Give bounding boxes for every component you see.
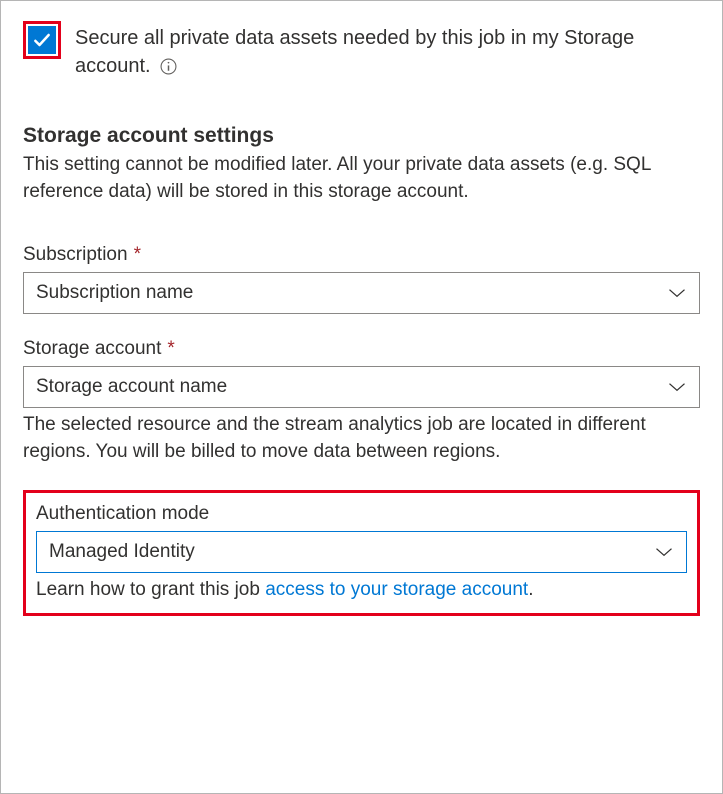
subscription-label: Subscription* bbox=[23, 244, 700, 266]
chevron-down-icon bbox=[667, 286, 687, 300]
subscription-value: Subscription name bbox=[36, 282, 193, 304]
info-icon[interactable] bbox=[160, 58, 177, 75]
checkbox-highlight bbox=[23, 21, 61, 59]
storage-settings-panel: Secure all private data assets needed by… bbox=[0, 0, 723, 794]
storage-region-warning: The selected resource and the stream ana… bbox=[23, 412, 700, 466]
subscription-field: Subscription* Subscription name bbox=[23, 244, 700, 314]
auth-mode-label: Authentication mode bbox=[36, 503, 687, 525]
chevron-down-icon bbox=[667, 380, 687, 394]
storage-account-label: Storage account* bbox=[23, 338, 700, 360]
auth-mode-highlight: Authentication mode Managed Identity Lea… bbox=[23, 490, 700, 616]
access-storage-link[interactable]: access to your storage account bbox=[265, 579, 528, 600]
section-title: Storage account settings bbox=[23, 124, 700, 148]
chevron-down-icon bbox=[654, 545, 674, 559]
section-description: This setting cannot be modified later. A… bbox=[23, 152, 700, 206]
secure-assets-row: Secure all private data assets needed by… bbox=[23, 21, 700, 80]
auth-mode-select[interactable]: Managed Identity bbox=[36, 531, 687, 573]
secure-assets-label: Secure all private data assets needed by… bbox=[75, 21, 700, 80]
required-asterisk: * bbox=[167, 338, 174, 359]
secure-assets-checkbox[interactable] bbox=[28, 26, 56, 54]
storage-account-value: Storage account name bbox=[36, 376, 227, 398]
required-asterisk: * bbox=[134, 244, 141, 265]
subscription-select[interactable]: Subscription name bbox=[23, 272, 700, 314]
storage-account-field: Storage account* Storage account name Th… bbox=[23, 338, 700, 466]
storage-account-select[interactable]: Storage account name bbox=[23, 366, 700, 408]
auth-learn-text: Learn how to grant this job access to yo… bbox=[36, 579, 687, 601]
check-icon bbox=[32, 30, 52, 50]
auth-mode-value: Managed Identity bbox=[49, 541, 195, 563]
